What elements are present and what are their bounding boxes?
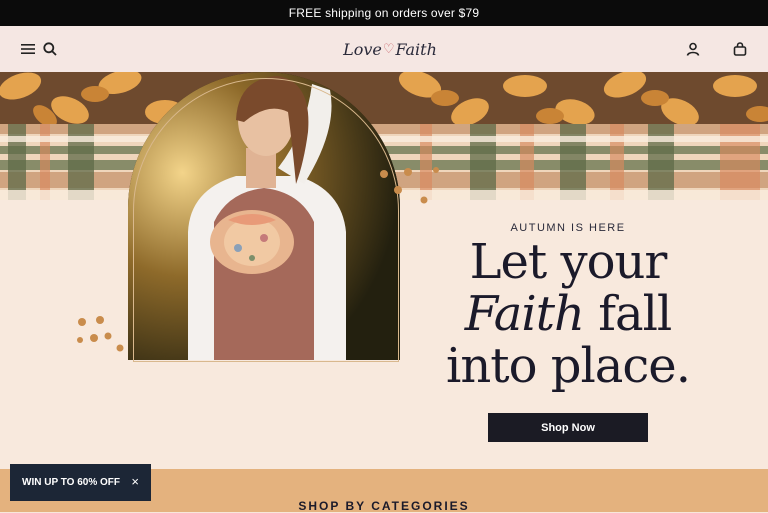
- sparkle-dots-left: [77, 316, 124, 352]
- search-icon[interactable]: [40, 39, 60, 59]
- menu-icon[interactable]: [18, 39, 38, 59]
- shop-now-button[interactable]: Shop Now: [488, 413, 648, 442]
- announcement-text: FREE shipping on orders over $79: [288, 6, 480, 20]
- leaf-pattern-band: [0, 72, 768, 124]
- site-logo[interactable]: Love ♡ Faith: [340, 36, 440, 62]
- headline-faith: Faith: [464, 286, 585, 342]
- hero-photo: [128, 72, 400, 360]
- bag-icon[interactable]: [730, 39, 750, 59]
- heart-icon: ♡: [382, 41, 395, 57]
- hero-banner: AUTUMN IS HERE Let your Faith fall into …: [0, 72, 768, 469]
- promo-popup-button[interactable]: WIN UP TO 60% OFF ×: [10, 464, 151, 501]
- logo-text-faith: Faith: [395, 39, 437, 59]
- headline-line-2: Faith fall: [440, 288, 696, 340]
- announcement-bar: FREE shipping on orders over $79: [0, 0, 768, 26]
- logo-text-love: Love: [343, 39, 382, 59]
- sparkle-dots-right: [380, 167, 439, 204]
- user-icon[interactable]: [683, 39, 703, 59]
- categories-title: SHOP BY CATEGORIES: [298, 499, 470, 513]
- close-icon[interactable]: ×: [131, 475, 139, 489]
- headline-fall: fall: [583, 286, 672, 342]
- promo-label: WIN UP TO 60% OFF: [22, 477, 120, 488]
- hero-headline: Let your Faith fall into place.: [440, 236, 696, 392]
- headline-line-1: Let your: [469, 234, 668, 290]
- hero-eyebrow: AUTUMN IS HERE: [510, 222, 626, 234]
- headline-line-3: into place.: [446, 338, 691, 394]
- site-header: Love ♡ Faith: [0, 26, 768, 72]
